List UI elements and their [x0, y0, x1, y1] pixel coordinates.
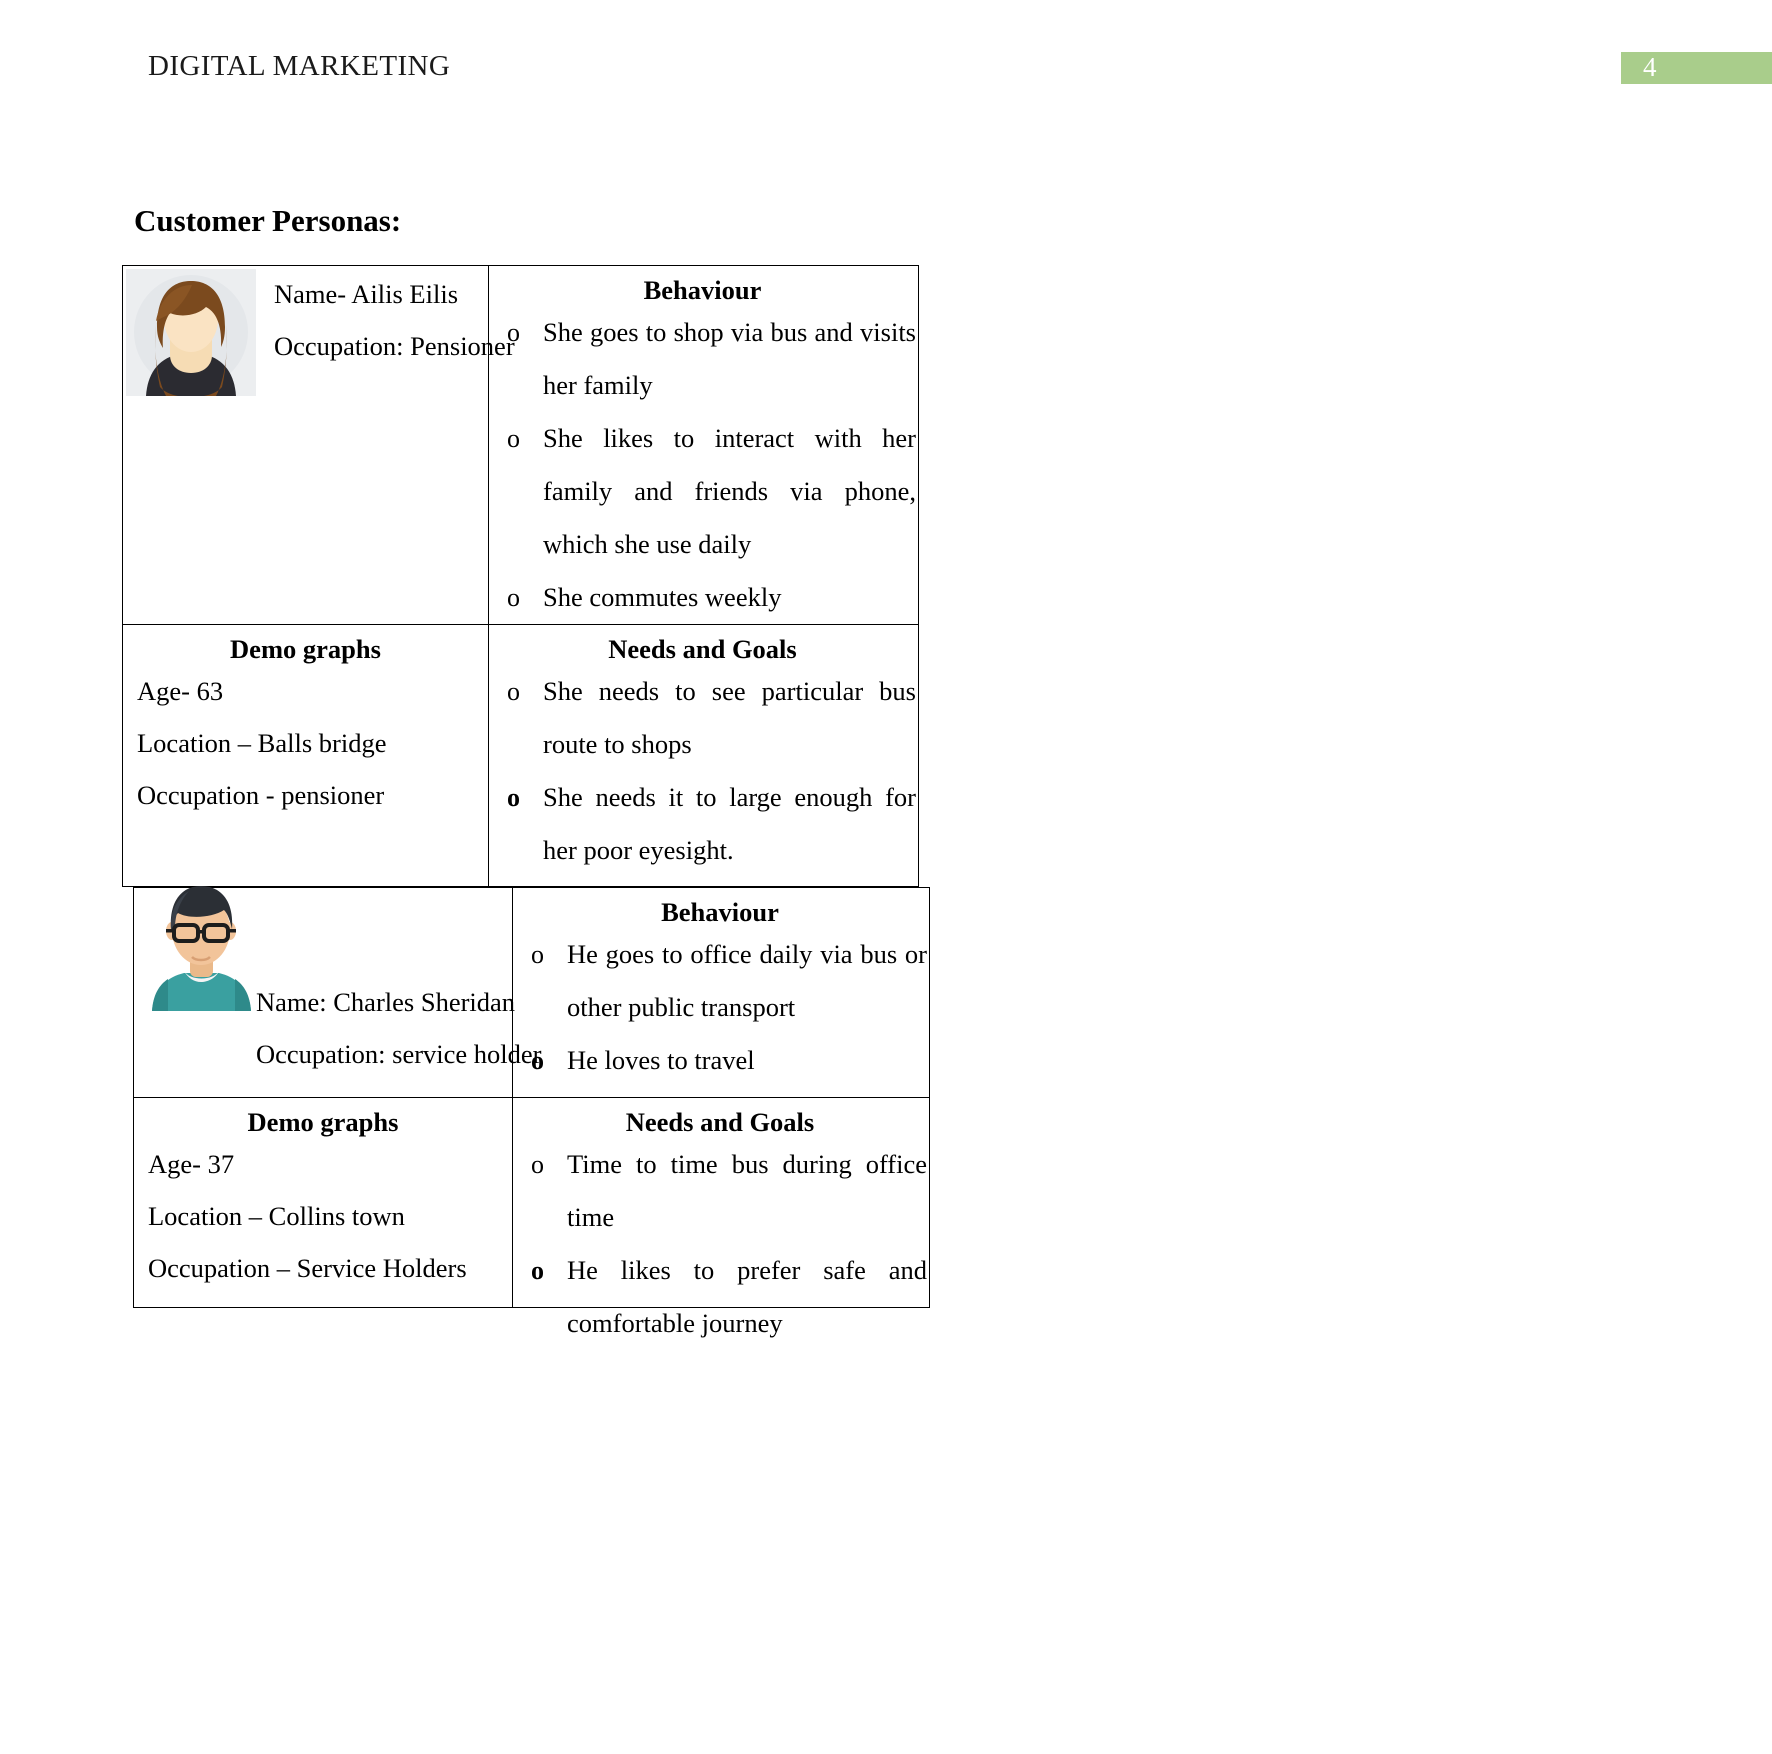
list-item-text: She needs to see particular bus route to…	[543, 676, 916, 759]
bullet-marker: o	[507, 424, 520, 453]
female-avatar-icon	[126, 269, 256, 396]
list-item-text: She needs it to large enough for her poo…	[543, 782, 916, 865]
persona-name: Name- Ailis Eilis	[274, 279, 459, 309]
list-item: o He likes to prefer safe and comfortabl…	[513, 1244, 927, 1350]
persona-demographics-cell: Demo graphs Age- 63 Location – Balls bri…	[123, 625, 489, 886]
bullet-marker: o	[507, 318, 520, 347]
list-item: o She likes to interact with her family …	[489, 412, 916, 571]
list-item: o She goes to shop via bus and visits he…	[489, 306, 916, 412]
persona-behaviour-cell: Behaviour o She goes to shop via bus and…	[489, 266, 916, 624]
persona-name-block: Name- Ailis Eilis Occupation: Pensioner	[274, 268, 515, 372]
document-title: DIGITAL MARKETING	[148, 50, 451, 82]
document-page: DIGITAL MARKETING 4 Customer Personas: N…	[0, 0, 1772, 1754]
list-item: o She needs to see particular bus route …	[489, 665, 916, 771]
demographic-line: Location – Balls bridge	[137, 728, 387, 758]
behaviour-heading: Behaviour	[643, 275, 762, 305]
demographics-heading: Demo graphs	[247, 1107, 399, 1137]
persona-needs-goals-cell: Needs and Goals o Time to time bus durin…	[513, 1098, 927, 1338]
persona-table-ailis-eilis: Name- Ailis Eilis Occupation: Pensioner …	[122, 265, 919, 887]
list-item: o He loves to travel	[513, 1034, 927, 1087]
demographic-line: Occupation – Service Holders	[148, 1253, 467, 1283]
bullet-marker: o	[531, 1150, 544, 1179]
behaviour-list: o She goes to shop via bus and visits he…	[489, 306, 916, 624]
persona-behaviour-cell: Behaviour o He goes to office daily via …	[513, 888, 927, 1097]
bullet-marker: o	[531, 940, 544, 969]
page-number-label: 4	[1643, 52, 1657, 82]
persona-details-row: Demo graphs Age- 63 Location – Balls bri…	[123, 625, 918, 886]
list-item-text: He likes to prefer safe and comfortable …	[567, 1255, 927, 1338]
persona-identity-cell: Name: Charles Sheridan Occupation: servi…	[134, 886, 542, 1097]
persona-identity-cell: Name- Ailis Eilis Occupation: Pensioner	[123, 266, 515, 624]
list-item-text: She likes to interact with her family an…	[543, 423, 916, 559]
needs-goals-heading: Needs and Goals	[608, 634, 797, 664]
demographics-lines: Age- 63 Location – Balls bridge Occupati…	[123, 665, 488, 821]
persona-name-block: Name: Charles Sheridan Occupation: servi…	[256, 976, 542, 1080]
persona-table-charles-sheridan: Name: Charles Sheridan Occupation: servi…	[133, 886, 930, 1338]
persona-occupation: Occupation: Pensioner	[274, 331, 515, 361]
list-item-text: She commutes weekly	[543, 582, 782, 612]
persona-name: Name: Charles Sheridan	[256, 987, 516, 1017]
bullet-marker: o	[531, 1046, 544, 1075]
section-heading: Customer Personas:	[134, 203, 402, 238]
needs-goals-list: o She needs to see particular bus route …	[489, 665, 916, 877]
page-number-badge: 4	[1621, 52, 1772, 84]
list-item: o He goes to office daily via bus or oth…	[513, 928, 927, 1034]
demographic-line: Location – Collins town	[148, 1201, 405, 1231]
list-item-text: Time to time bus during office time	[567, 1149, 927, 1232]
list-item-text: She goes to shop via bus and visits her …	[543, 317, 916, 400]
behaviour-list: o He goes to office daily via bus or oth…	[513, 928, 927, 1087]
persona-identity-row: Name- Ailis Eilis Occupation: Pensioner …	[123, 266, 918, 625]
list-item: o She needs it to large enough for her p…	[489, 771, 916, 877]
demographic-line: Occupation - pensioner	[137, 780, 385, 810]
behaviour-heading: Behaviour	[661, 897, 779, 927]
demographics-heading: Demo graphs	[230, 634, 381, 664]
persona-identity-row: Name: Charles Sheridan Occupation: servi…	[134, 886, 929, 1098]
needs-goals-heading: Needs and Goals	[625, 1107, 815, 1137]
list-item-text: He loves to travel	[567, 1045, 755, 1075]
bullet-marker: o	[507, 783, 520, 812]
persona-demographics-cell: Demo graphs Age- 37 Location – Collins t…	[134, 1098, 513, 1307]
list-item-text: He goes to office daily via bus or other…	[567, 939, 927, 1022]
male-avatar-icon	[152, 886, 251, 1011]
page-header: DIGITAL MARKETING 4	[0, 0, 1772, 130]
persona-needs-goals-cell: Needs and Goals o She needs to see parti…	[489, 625, 916, 886]
demographics-lines: Age- 37 Location – Collins town Occupati…	[134, 1138, 512, 1294]
needs-goals-list: o Time to time bus during office time o …	[513, 1138, 927, 1350]
persona-occupation: Occupation: service holder	[256, 1039, 542, 1069]
bullet-marker: o	[507, 583, 520, 612]
list-item: o Time to time bus during office time	[513, 1138, 927, 1244]
demographic-line: Age- 63	[137, 676, 224, 706]
list-item: o She commutes weekly	[489, 571, 916, 624]
bullet-marker: o	[507, 677, 520, 706]
persona-details-row: Demo graphs Age- 37 Location – Collins t…	[134, 1098, 929, 1338]
demographic-line: Age- 37	[148, 1149, 235, 1179]
bullet-marker: o	[531, 1256, 544, 1285]
